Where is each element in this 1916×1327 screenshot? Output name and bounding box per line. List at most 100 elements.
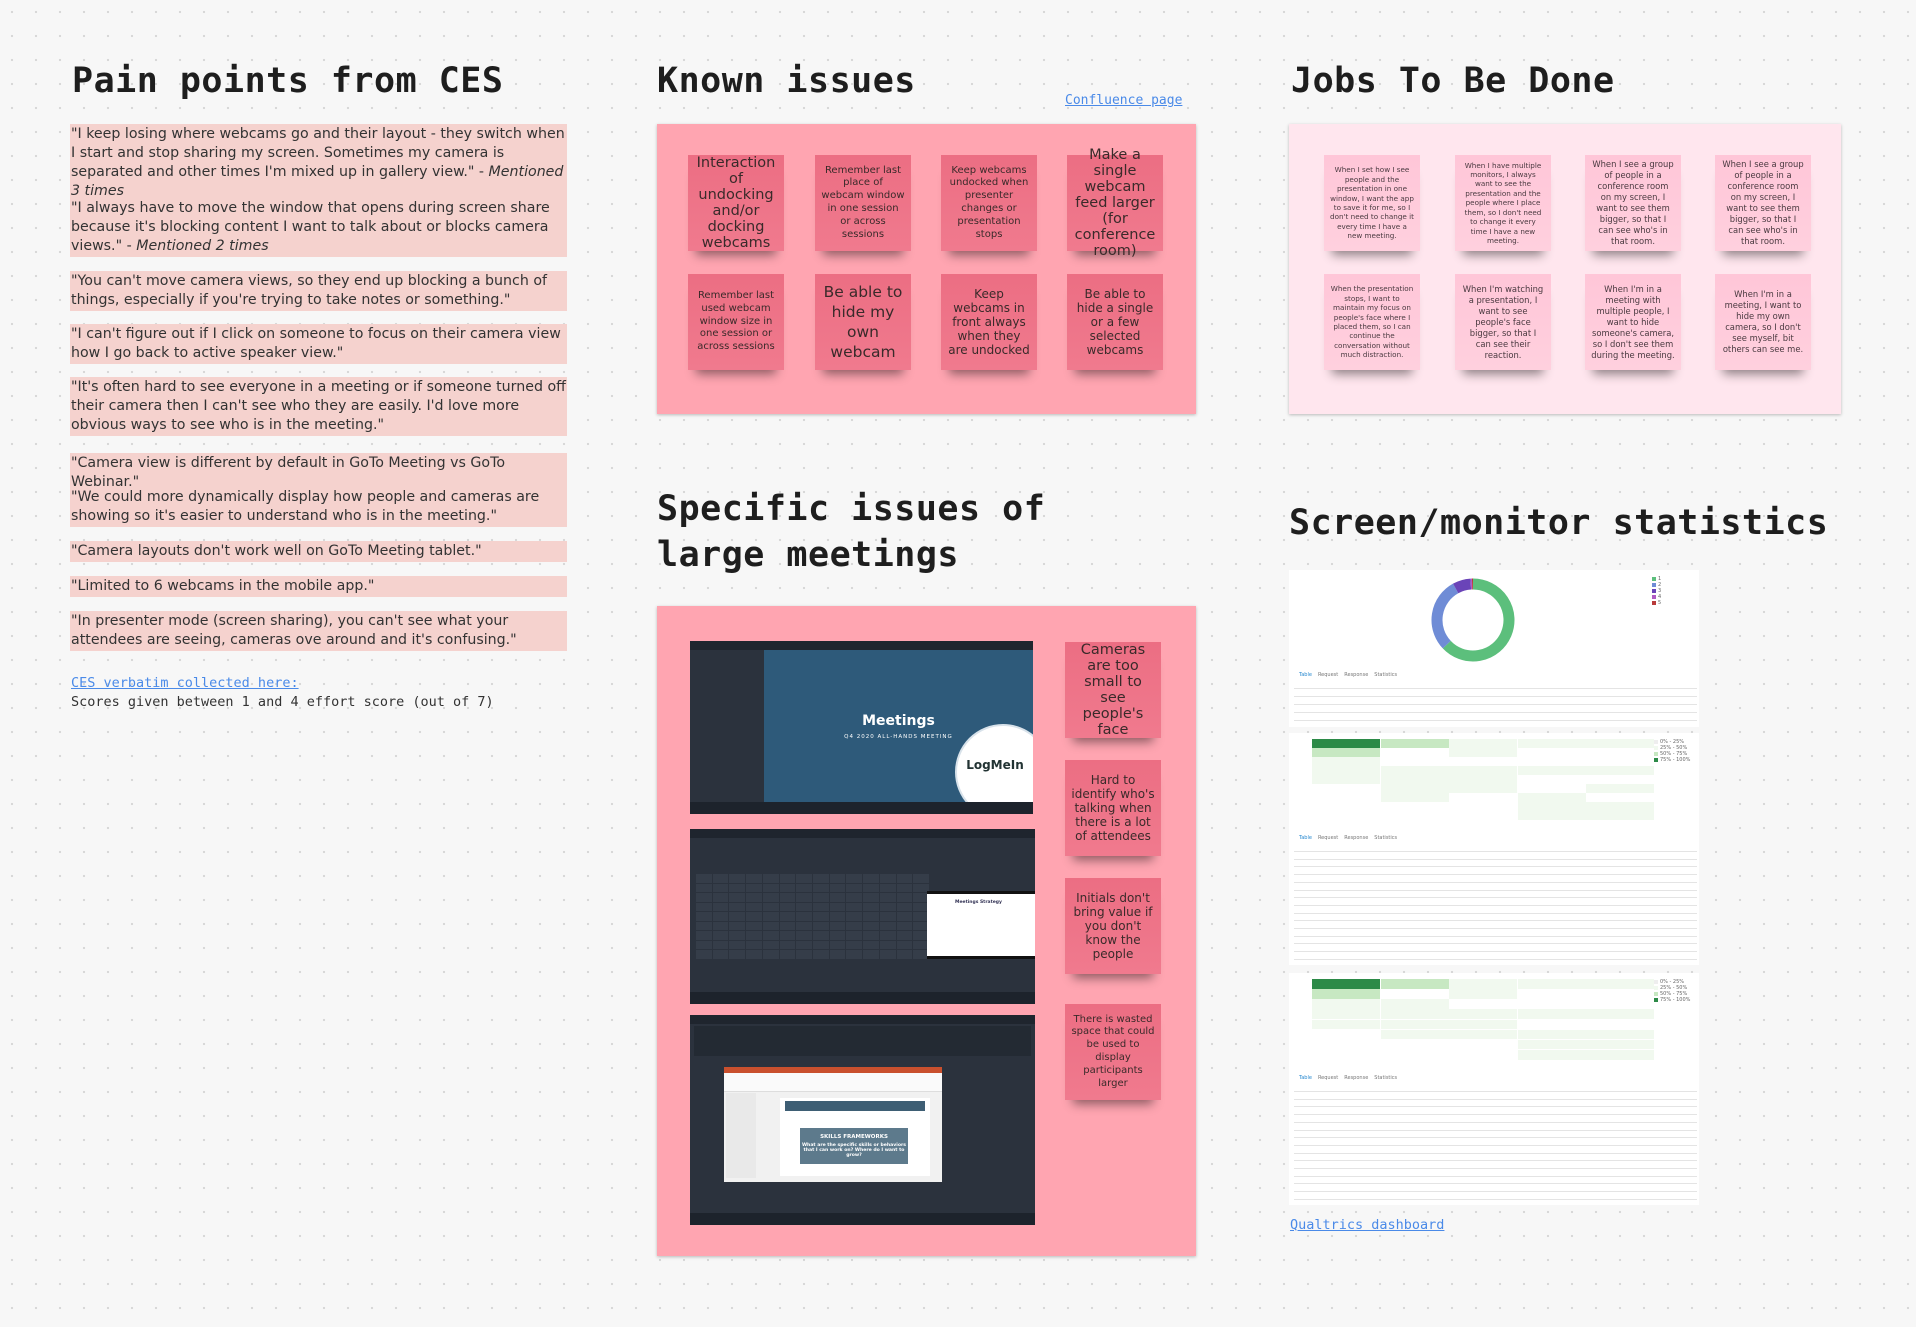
ces-verbatim-link[interactable]: CES verbatim collected here: bbox=[71, 675, 299, 691]
slide-subtitle: Q4 2020 ALL-HANDS MEETING bbox=[844, 733, 953, 740]
attendee-tile bbox=[863, 940, 879, 950]
sticky-note[interactable]: Be able to hide my own webcam bbox=[815, 274, 911, 370]
sticky-note[interactable]: Be able to hide a single or a few select… bbox=[1067, 274, 1163, 370]
attendee-tile bbox=[896, 921, 913, 931]
sticky-note[interactable]: Initials don't bring value if you don't … bbox=[1065, 878, 1161, 974]
qualtrics-dashboard-link[interactable]: Qualtrics dashboard bbox=[1290, 1217, 1444, 1233]
sticky-note[interactable]: When I'm in a meeting with multiple peop… bbox=[1585, 274, 1681, 370]
stat-tab[interactable]: Table bbox=[1299, 1075, 1312, 1081]
donut-legend: 12345 bbox=[1652, 576, 1661, 606]
heatmap-cell bbox=[1517, 989, 1586, 999]
heatmap-cell bbox=[1517, 802, 1586, 811]
stat-tab[interactable]: Response bbox=[1344, 835, 1368, 841]
heatmap-cell bbox=[1312, 757, 1381, 766]
meeting-screenshot-screen-share[interactable]: SKILLS FRAMEWORKS What are the specific … bbox=[690, 1015, 1035, 1225]
attendee-tile bbox=[796, 883, 812, 893]
attendee-strip bbox=[694, 1026, 1031, 1056]
sticky-note[interactable]: There is wasted space that could be used… bbox=[1065, 1004, 1161, 1100]
confluence-page-link[interactable]: Confluence page bbox=[1065, 93, 1182, 108]
legend-swatch bbox=[1652, 601, 1656, 605]
legend-item: 5 bbox=[1652, 600, 1661, 606]
table-row-divider bbox=[1294, 928, 1697, 929]
window-titlebar bbox=[690, 1015, 1035, 1024]
heatmap-cell bbox=[1586, 766, 1655, 775]
sticky-note[interactable]: When I see a group of people in a confer… bbox=[1715, 155, 1811, 251]
meeting-screenshot-presentation[interactable]: Meetings Q4 2020 ALL-HANDS MEETING LogMe… bbox=[690, 641, 1033, 814]
attendee-tile bbox=[796, 893, 812, 902]
attendee-tile bbox=[846, 902, 863, 912]
table-row-divider bbox=[1294, 889, 1697, 891]
sticky-note[interactable]: Keep webcams undocked when presenter cha… bbox=[941, 155, 1037, 251]
legend-label: 75% - 100% bbox=[1660, 997, 1691, 1003]
attendee-tile bbox=[729, 921, 746, 931]
table-row-divider bbox=[1294, 866, 1697, 868]
table-row-divider bbox=[1294, 912, 1697, 914]
attendee-tile bbox=[813, 940, 829, 950]
quote-text: "You can't move camera views, so they en… bbox=[71, 273, 548, 308]
attendee-tile bbox=[879, 921, 896, 931]
jtbd-heading: Jobs To Be Done bbox=[1291, 61, 1615, 101]
attendee-tile bbox=[863, 883, 879, 893]
sticky-note[interactable]: When I have multiple monitors, I always … bbox=[1455, 155, 1551, 251]
table-row-divider bbox=[1294, 851, 1697, 852]
attendee-tile bbox=[879, 883, 896, 893]
quote-text: "Limited to 6 webcams in the mobile app.… bbox=[71, 578, 375, 594]
known-issues-board: Interaction of undocking and/or docking … bbox=[657, 124, 1196, 414]
attendee-tile bbox=[729, 902, 746, 912]
heatmap-cell bbox=[1586, 757, 1655, 766]
heatmap-cell bbox=[1449, 1029, 1518, 1040]
sticky-note[interactable]: Remember last used webcam window size in… bbox=[688, 274, 784, 370]
attendee-tile bbox=[896, 912, 913, 921]
stat-tab[interactable]: Table bbox=[1299, 672, 1312, 678]
sticky-note[interactable]: When I set how I see people and the pres… bbox=[1324, 155, 1420, 251]
sticky-note[interactable]: Keep webcams in front always when they a… bbox=[941, 274, 1037, 370]
sticky-note[interactable]: When the presentation stops, I want to m… bbox=[1324, 274, 1420, 370]
attendee-tile bbox=[829, 902, 846, 912]
heatmap-cell bbox=[1517, 766, 1586, 775]
attendee-tile bbox=[762, 874, 779, 883]
meeting-controls-bar bbox=[690, 1213, 1035, 1225]
pain-point-quote: "I can't figure out if I click on someon… bbox=[70, 324, 567, 364]
stat-tab[interactable]: Statistics bbox=[1374, 672, 1397, 678]
table-row-divider bbox=[1294, 1144, 1697, 1146]
sticky-note[interactable]: Make a single webcam feed larger (for co… bbox=[1067, 147, 1163, 259]
sticky-note[interactable]: Remember last place of webcam window in … bbox=[815, 155, 911, 251]
attendee-tile bbox=[796, 940, 812, 950]
attendee-tile bbox=[829, 940, 846, 950]
attendee-tile bbox=[729, 931, 746, 940]
attendee-tile bbox=[813, 912, 829, 921]
attendee-tile bbox=[712, 883, 729, 893]
attendee-tile bbox=[863, 921, 879, 931]
stat-tab[interactable]: Statistics bbox=[1374, 835, 1397, 841]
heatmap-cell bbox=[1449, 793, 1518, 802]
table-row-divider bbox=[1294, 935, 1697, 937]
sticky-note[interactable]: Hard to identify who's talking when ther… bbox=[1065, 760, 1161, 856]
sticky-note[interactable]: When I'm watching a presentation, I want… bbox=[1455, 274, 1551, 370]
heading-line: Specific issues of bbox=[657, 489, 1046, 529]
heatmap-cell bbox=[1449, 1009, 1518, 1019]
heatmap-cell bbox=[1449, 748, 1518, 757]
attendee-tile bbox=[712, 893, 729, 902]
table-row-divider bbox=[1294, 1114, 1697, 1116]
stat-tab[interactable]: Response bbox=[1344, 672, 1368, 678]
attendee-tile bbox=[762, 940, 779, 950]
stat-tab[interactable]: Statistics bbox=[1374, 1075, 1397, 1081]
attendee-tile bbox=[779, 893, 796, 902]
sticky-note[interactable]: Cameras are too small to see people's fa… bbox=[1065, 642, 1161, 738]
shared-powerpoint-window: SKILLS FRAMEWORKS What are the specific … bbox=[724, 1067, 942, 1182]
attendee-tile bbox=[896, 883, 913, 893]
sticky-note[interactable]: When I see a group of people in a confer… bbox=[1585, 155, 1681, 251]
presentation-slide: Meetings Q4 2020 ALL-HANDS MEETING LogMe… bbox=[764, 650, 1033, 814]
sticky-note[interactable]: Interaction of undocking and/or docking … bbox=[688, 155, 784, 251]
stat-tab[interactable]: Response bbox=[1344, 1075, 1368, 1081]
stat-tab[interactable]: Request bbox=[1318, 1075, 1338, 1081]
meeting-screenshot-grid[interactable]: Meetings Strategy bbox=[690, 829, 1035, 1004]
attendee-tile bbox=[729, 874, 746, 883]
stat-tab[interactable]: Request bbox=[1318, 672, 1338, 678]
sticky-note[interactable]: When I'm in a meeting, I want to hide my… bbox=[1715, 274, 1811, 370]
heatmap-cell bbox=[1517, 793, 1586, 802]
stat-tab[interactable]: Request bbox=[1318, 835, 1338, 841]
monitor-count-card: 12345 Table Request Response Statistics bbox=[1289, 570, 1699, 727]
attendee-tile bbox=[712, 921, 729, 931]
stat-tab[interactable]: Table bbox=[1299, 835, 1312, 841]
